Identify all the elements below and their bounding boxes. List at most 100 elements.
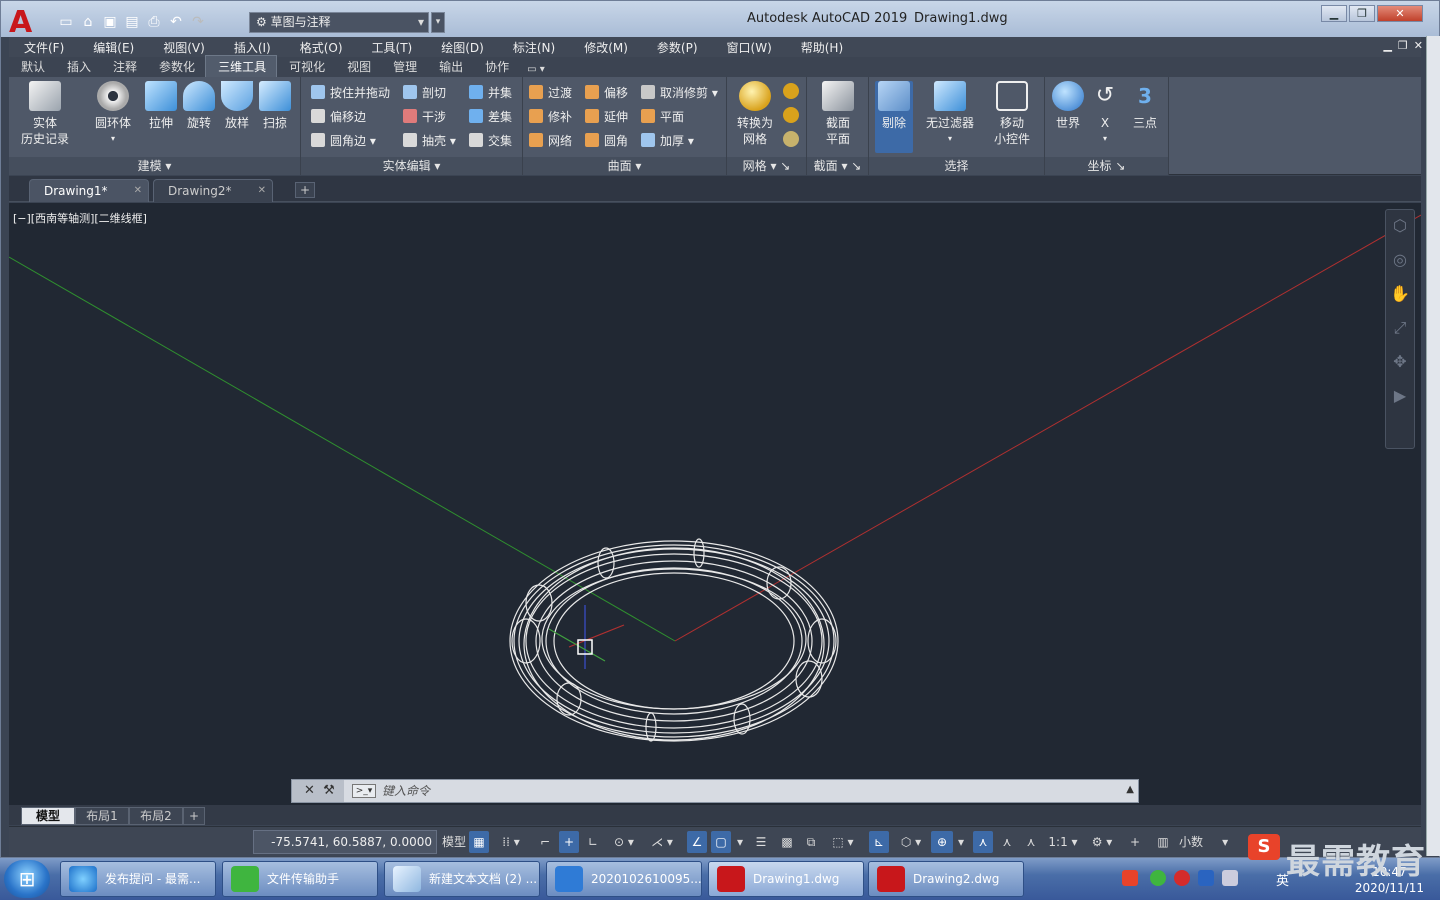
object-snap-icon[interactable]: ▢ bbox=[711, 831, 731, 853]
menu-item-4[interactable]: 格式(O) bbox=[285, 39, 357, 56]
sweep-button[interactable]: 扫掠 bbox=[255, 81, 295, 131]
ribbon-tab-3[interactable]: 参数化 bbox=[147, 56, 205, 77]
panel-title-mesh[interactable]: 网格 ▾ ↘ bbox=[727, 157, 806, 175]
doc-tab-drawing1[interactable]: Drawing1* ✕ bbox=[29, 179, 149, 202]
layout-tab-model[interactable]: 模型 bbox=[21, 807, 75, 825]
close-icon[interactable]: ✕ bbox=[304, 783, 315, 798]
ortho-icon[interactable]: ∟ bbox=[583, 831, 603, 853]
offset-edge-button[interactable]: 偏移边 bbox=[311, 107, 366, 127]
mesh-smooth-less-icon[interactable] bbox=[783, 107, 799, 123]
drawing-viewport[interactable]: [−][西南等轴测][二维线框] ⬡ ◎ ✋ ⤢ ✥ ▶ ✕ ⚒ >_▾ 键入命… bbox=[9, 203, 1421, 805]
torus-button[interactable]: 圆环体 ▾ bbox=[87, 81, 139, 147]
doc-close-button[interactable]: ✕ bbox=[1414, 39, 1423, 52]
pan-hand-icon[interactable]: ✋ bbox=[1387, 284, 1413, 312]
grid-icon[interactable]: ▦ bbox=[469, 831, 489, 853]
taskbar-ie[interactable]: 发布提问 - 最需... bbox=[60, 861, 216, 897]
polar-tracking-icon[interactable]: ⊙ ▾ bbox=[607, 831, 641, 853]
add-layout-button[interactable]: + bbox=[183, 807, 205, 825]
ucs-world-button[interactable]: 世界 bbox=[1049, 81, 1087, 131]
start-button[interactable]: ⊞ bbox=[4, 860, 50, 898]
wechat-tray-icon[interactable] bbox=[1150, 870, 1166, 886]
loft-button[interactable]: 放样 bbox=[217, 81, 257, 131]
3d-osnap-icon[interactable]: ⬚ ▾ bbox=[825, 831, 861, 853]
minimize-button[interactable]: ▁ bbox=[1321, 5, 1347, 22]
menu-item-7[interactable]: 标注(N) bbox=[498, 39, 569, 56]
ribbon-tab-0[interactable]: 默认 bbox=[9, 56, 55, 77]
menu-item-11[interactable]: 帮助(H) bbox=[786, 39, 857, 56]
view-cube-icon[interactable]: ⬡ bbox=[1387, 216, 1413, 244]
transparency-icon[interactable]: ▩ bbox=[777, 831, 797, 853]
save-as-icon[interactable]: ▤ bbox=[123, 13, 141, 31]
showmotion-icon[interactable]: ▶ bbox=[1387, 386, 1413, 414]
new-file-icon[interactable]: ▭ bbox=[57, 13, 75, 31]
convert-to-mesh-button[interactable]: 转换为 网格 bbox=[733, 81, 777, 147]
model-space-button[interactable]: 模型 bbox=[441, 831, 467, 853]
desktop-scrollbar[interactable] bbox=[1426, 36, 1440, 856]
union-button[interactable]: 并集 bbox=[469, 83, 512, 103]
wrench-icon[interactable]: ⚒ bbox=[323, 783, 335, 798]
ribbon-tab-6[interactable]: 视图 bbox=[335, 56, 381, 77]
close-icon[interactable]: ✕ bbox=[134, 180, 142, 202]
subtract-button[interactable]: 差集 bbox=[469, 107, 512, 127]
shell-button[interactable]: 抽壳 ▾ bbox=[403, 131, 456, 151]
print-icon[interactable]: ⎙ bbox=[145, 13, 163, 31]
menu-item-10[interactable]: 窗口(W) bbox=[712, 39, 786, 56]
untrim-button[interactable]: 取消修剪 ▾ bbox=[641, 83, 718, 103]
network-icon[interactable] bbox=[1222, 870, 1238, 886]
steering-wheel-icon[interactable]: ◎ bbox=[1387, 250, 1413, 278]
ucs-x-button[interactable]: ↺ X ▾ bbox=[1087, 81, 1123, 147]
sogou-icon[interactable] bbox=[1122, 870, 1138, 886]
infer-constraints-icon[interactable]: ⌐ bbox=[535, 831, 555, 853]
qat-customize-button[interactable]: ▾ bbox=[431, 12, 445, 33]
planar-button[interactable]: 平面 bbox=[641, 107, 684, 127]
revolve-button[interactable]: 旋转 bbox=[179, 81, 219, 131]
annotation-visibility-icon[interactable]: ⋏ bbox=[973, 831, 993, 853]
selection-cycling-icon[interactable]: ⧉ bbox=[801, 831, 821, 853]
units-selector[interactable]: 小数 ▾ bbox=[1175, 831, 1245, 853]
panel-title-surface[interactable]: 曲面 ▾ bbox=[523, 157, 726, 175]
chevron-up-icon[interactable]: ▲ bbox=[1126, 784, 1134, 795]
doc-tab-drawing2[interactable]: Drawing2* ✕ bbox=[153, 179, 273, 202]
isodraft-icon[interactable]: ⋌ ▾ bbox=[645, 831, 679, 853]
patch-button[interactable]: 修补 bbox=[529, 107, 572, 127]
mesh-smooth-more-icon[interactable] bbox=[783, 83, 799, 99]
snap-icon[interactable]: ⁞⁞ ▾ bbox=[493, 831, 529, 853]
redo-icon[interactable]: ↷ bbox=[189, 13, 207, 31]
chevron-down-icon[interactable]: ▾ bbox=[955, 831, 967, 853]
ribbon-tab-2[interactable]: 注释 bbox=[101, 56, 147, 77]
command-input[interactable]: 键入命令 bbox=[346, 780, 1126, 802]
orbit-icon[interactable]: ✥ bbox=[1387, 352, 1413, 380]
extend-button[interactable]: 延伸 bbox=[585, 107, 628, 127]
weibo-icon[interactable] bbox=[1174, 870, 1190, 886]
lineweight-icon[interactable]: ☰ bbox=[751, 831, 771, 853]
surface-fillet-button[interactable]: 圆角 bbox=[585, 131, 628, 151]
taskbar-video[interactable]: 2020102610095... bbox=[546, 861, 702, 897]
panel-title-section[interactable]: 截面 ▾ ↘ bbox=[807, 157, 868, 175]
annotation-scale-icon[interactable]: ⋏ bbox=[1021, 831, 1041, 853]
menu-item-2[interactable]: 视图(V) bbox=[148, 39, 219, 56]
extrude-button[interactable]: 拉伸 bbox=[141, 81, 181, 131]
object-snap-tracking-icon[interactable]: ∠ bbox=[687, 831, 707, 853]
intersect-button[interactable]: 交集 bbox=[469, 131, 512, 151]
interfere-button[interactable]: 干涉 bbox=[403, 107, 446, 127]
slice-button[interactable]: 剖切 bbox=[403, 83, 446, 103]
fillet-edge-button[interactable]: 圆角边 ▾ bbox=[311, 131, 376, 151]
application-menu-button[interactable]: A bbox=[9, 7, 49, 41]
ribbon-minimize-toggle[interactable]: ▭ ▾ bbox=[519, 62, 553, 77]
ribbon-tab-7[interactable]: 管理 bbox=[381, 56, 427, 77]
ribbon-tab-5[interactable]: 可视化 bbox=[277, 56, 335, 77]
ribbon-tab-4[interactable]: 三维工具 bbox=[205, 55, 278, 77]
panel-title-solid-edit[interactable]: 实体编辑 ▾ bbox=[301, 157, 522, 175]
gizmo-status-icon[interactable]: ⊕ bbox=[931, 831, 953, 853]
menu-item-9[interactable]: 参数(P) bbox=[642, 39, 712, 56]
panel-title-coordinates[interactable]: 坐标 ↘ bbox=[1045, 157, 1168, 175]
close-icon[interactable]: ✕ bbox=[258, 180, 266, 202]
taskbar-drawing2[interactable]: Drawing2.dwg bbox=[868, 861, 1024, 897]
chevron-down-icon[interactable]: ▾ bbox=[733, 831, 747, 853]
maximize-button[interactable]: ❐ bbox=[1349, 5, 1375, 22]
close-button[interactable]: ✕ bbox=[1377, 5, 1423, 22]
new-tab-button[interactable]: + bbox=[295, 182, 315, 198]
open-folder-icon[interactable]: ⌂ bbox=[79, 13, 97, 31]
panel-title-modeling[interactable]: 建模 ▾ bbox=[9, 157, 300, 175]
taskbar-drawing1[interactable]: Drawing1.dwg bbox=[708, 861, 864, 897]
